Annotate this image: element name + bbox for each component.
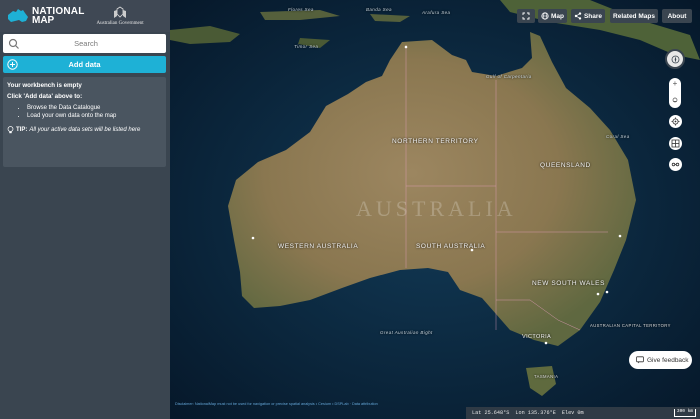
workbench-empty-panel: Your workbench is empty Click 'Add data'… — [3, 77, 166, 167]
compass-control[interactable] — [665, 49, 685, 69]
map-disclaimer-link[interactable]: Disclaimer: NationalMap must not be used… — [175, 402, 378, 406]
map-view[interactable]: NORTHERN TERRITORY QUEENSLAND WESTERN AU… — [170, 0, 700, 419]
australia-map-icon — [6, 8, 30, 24]
related-maps-label: Related Maps — [613, 12, 655, 20]
about-button[interactable]: About — [662, 9, 692, 23]
label-south-australia: SOUTH AUSTRALIA — [416, 243, 486, 250]
label-flores-sea: Flores Sea — [288, 7, 314, 12]
map-settings-button[interactable]: Map — [538, 9, 567, 23]
zoom-reset-button[interactable] — [671, 90, 679, 103]
my-location-button[interactable] — [669, 115, 682, 128]
tip-text: All your active data sets will be listed… — [29, 127, 141, 133]
share-icon — [574, 12, 582, 20]
feedback-label: Give feedback — [647, 356, 689, 364]
label-act: AUSTRALIAN CAPITAL TERRITORY — [590, 323, 671, 328]
label-new-south-wales: NEW SOUTH WALES — [532, 280, 606, 287]
gov-text: Australian Government — [96, 21, 144, 26]
lightbulb-icon — [7, 126, 14, 134]
label-tasmania: TASMANIA — [534, 374, 559, 379]
scale-bar: 300 km — [674, 409, 696, 417]
label-banda-sea: Banda Sea — [366, 7, 392, 12]
give-feedback-button[interactable]: Give feedback — [629, 351, 692, 369]
search-icon — [8, 38, 19, 49]
label-gulf-of-carpentaria: Gulf of Carpentaria — [486, 74, 532, 79]
globe-icon — [541, 12, 549, 20]
share-button-label: Share — [583, 12, 603, 20]
elevation-readout: Elev 0m — [561, 410, 584, 416]
australian-government-logo: Australian Government — [97, 6, 144, 26]
label-queensland: QUEENSLAND — [540, 162, 591, 169]
split-icon — [671, 139, 680, 148]
workbench-options-list: Browse the Data Catalogue Load your own … — [7, 104, 162, 120]
label-australia: AUSTRALIA — [356, 196, 517, 221]
national-map-logo[interactable]: NATIONAL MAP — [6, 7, 85, 26]
logo-text-map: MAP — [32, 15, 55, 26]
workbench-tip: TIP: All your active data sets will be l… — [7, 126, 162, 134]
header: NATIONAL MAP Australian Government — [0, 0, 170, 32]
label-victoria: VICTORIA — [522, 334, 552, 340]
workbench-title: Your workbench is empty — [7, 82, 82, 89]
search-input[interactable] — [21, 39, 151, 48]
related-maps-button[interactable]: Related Maps — [610, 9, 658, 23]
zoom-out-button[interactable]: − — [669, 97, 681, 107]
label-great-australian-bight: Great Australian Bight — [380, 330, 433, 335]
fullscreen-button[interactable] — [517, 9, 535, 23]
coordinate-readout: Lat 25.648°S Lon 135.376°E Elev 0m — [466, 407, 700, 419]
tip-label: TIP: — [16, 127, 28, 133]
search-box[interactable] — [3, 34, 166, 53]
workbench-panel: NATIONAL MAP Australian Government Add d… — [0, 0, 170, 419]
about-label: About — [667, 12, 687, 20]
map-button-label: Map — [551, 12, 564, 20]
label-arafura-sea: Arafura Sea — [422, 10, 451, 15]
compare-icon — [671, 162, 680, 167]
latitude-readout: Lat 25.648°S — [472, 410, 510, 416]
crosshair-icon — [671, 117, 680, 126]
compare-button[interactable] — [669, 158, 682, 171]
label-western-australia: WESTERN AUSTRALIA — [278, 243, 359, 250]
label-timor-sea: Timor Sea — [294, 44, 319, 49]
list-item: Load your own data onto the map — [27, 112, 162, 120]
zoom-in-button[interactable]: + — [669, 79, 681, 89]
share-button[interactable]: Share — [571, 9, 605, 23]
coat-of-arms-icon — [114, 6, 127, 18]
add-data-label: Add data — [68, 60, 101, 69]
split-screen-button[interactable] — [669, 137, 682, 150]
chat-bubble-icon — [636, 356, 644, 364]
label-northern-territory: NORTHERN TERRITORY — [392, 138, 479, 145]
expand-icon — [522, 12, 530, 20]
zoom-control: + − — [669, 78, 681, 108]
list-item: Browse the Data Catalogue — [27, 104, 162, 112]
add-data-button[interactable]: Add data — [3, 56, 166, 73]
compass-icon — [671, 55, 679, 63]
longitude-readout: Lon 135.376°E — [515, 410, 556, 416]
workbench-instruction: Click 'Add data' above to: — [7, 93, 83, 100]
label-coral-sea: Coral Sea — [606, 134, 630, 139]
